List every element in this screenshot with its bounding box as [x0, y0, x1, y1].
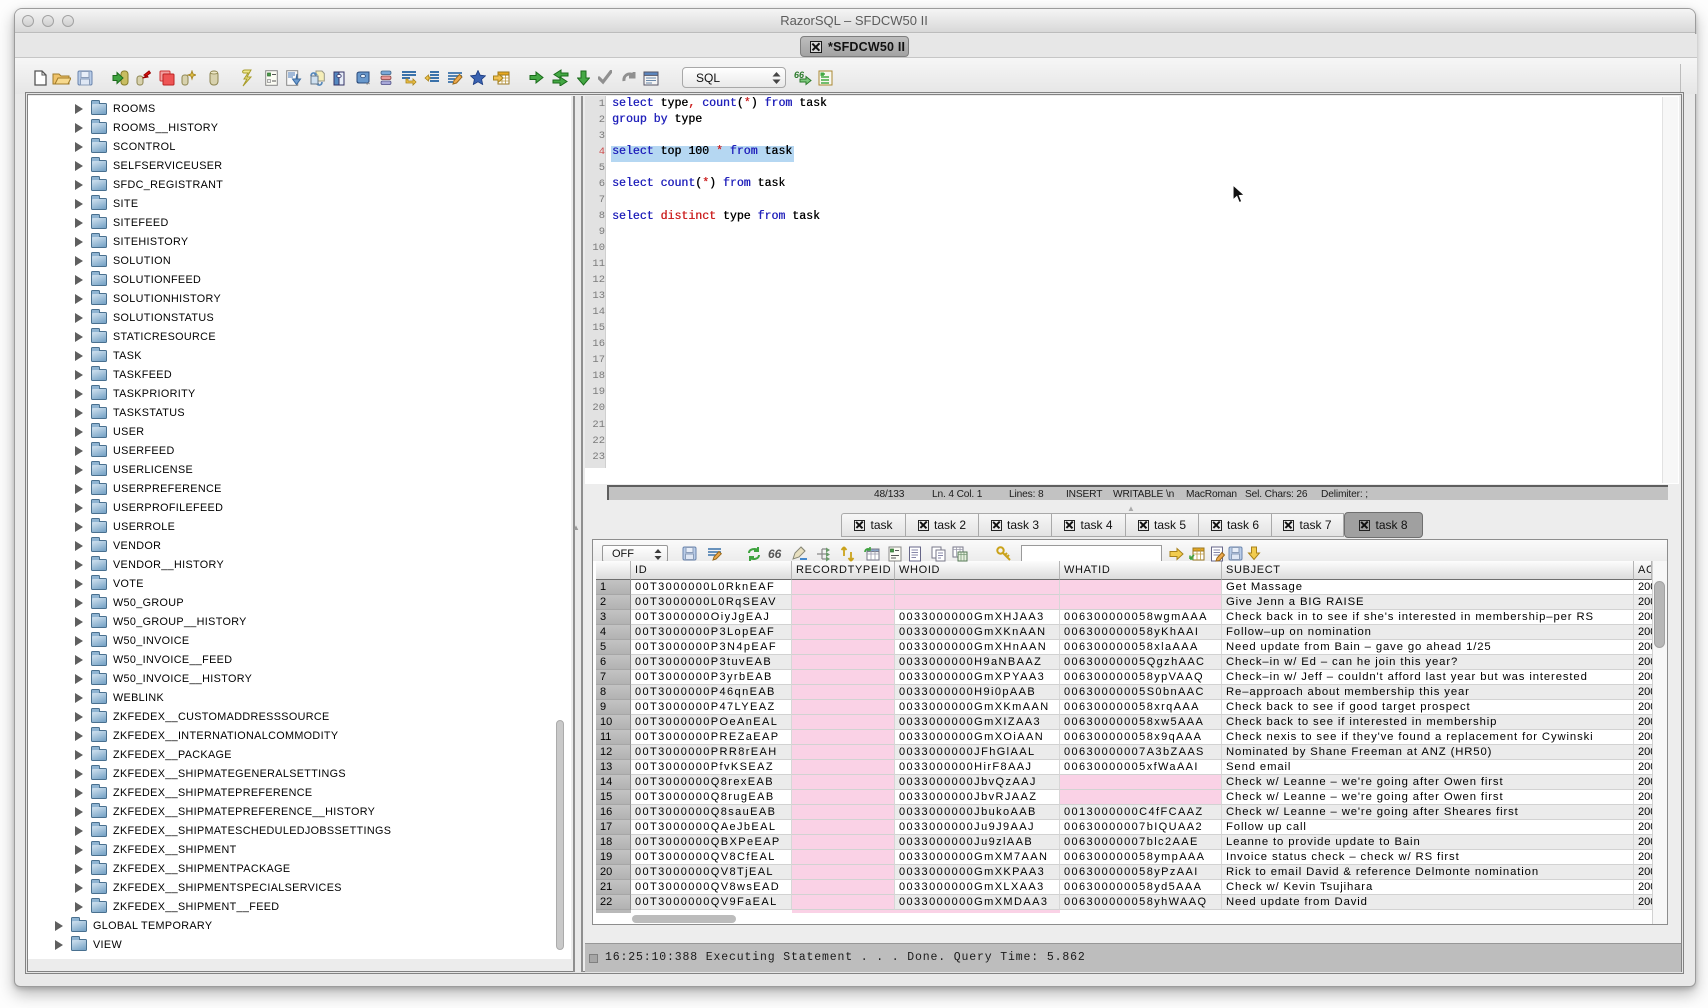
svg-text:66: 66: [768, 547, 782, 561]
